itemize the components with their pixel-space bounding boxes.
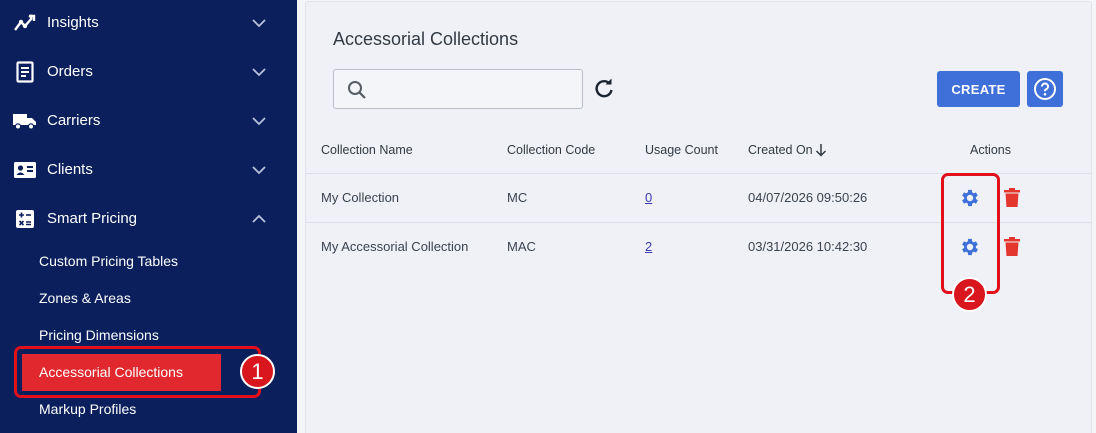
sidebar-item-carriers[interactable]: Carriers	[0, 96, 297, 145]
step-badge-2: 2	[952, 277, 987, 312]
usage-count-link[interactable]: 2	[645, 239, 652, 254]
chevron-up-icon	[252, 214, 266, 223]
sidebar-item-label: Clients	[47, 161, 93, 178]
insights-icon	[13, 11, 37, 35]
chevron-down-icon	[252, 67, 266, 76]
column-header-created[interactable]: Created On	[748, 143, 813, 157]
sidebar-subitem-zones-areas[interactable]: Zones & Areas	[39, 290, 131, 306]
cell-collection-code: MC	[507, 190, 528, 205]
highlight-box-sidebar	[14, 346, 261, 398]
cell-collection-name: My Accessorial Collection	[321, 239, 469, 254]
sort-arrow-down-icon[interactable]	[815, 143, 827, 157]
usage-count-link[interactable]: 0	[645, 190, 652, 205]
sidebar-item-orders[interactable]: Orders	[0, 47, 297, 96]
column-header-usage[interactable]: Usage Count	[645, 143, 718, 157]
help-button[interactable]	[1027, 71, 1063, 107]
column-header-actions: Actions	[970, 143, 1011, 157]
sidebar-item-insights[interactable]: Insights	[0, 0, 297, 47]
cell-created-on: 04/07/2026 09:50:26	[748, 190, 868, 205]
sidebar-item-label: Insights	[47, 14, 99, 31]
page-title: Accessorial Collections	[333, 29, 519, 49]
chevron-down-icon	[252, 165, 266, 174]
chevron-down-icon	[252, 116, 266, 125]
search-input[interactable]	[374, 78, 574, 100]
column-header-name[interactable]: Collection Name	[321, 143, 413, 157]
sidebar-subitem-custom-pricing-tables[interactable]: Custom Pricing Tables	[39, 253, 178, 269]
search-field[interactable]	[333, 69, 583, 109]
step-badge-1: 1	[240, 354, 275, 389]
sidebar-item-label: Orders	[47, 63, 93, 80]
search-icon	[348, 81, 366, 99]
cell-created-on: 03/31/2026 10:42:30	[748, 239, 868, 254]
sidebar-subitem-pricing-dimensions[interactable]: Pricing Dimensions	[39, 327, 159, 343]
orders-icon	[13, 60, 37, 84]
trash-icon[interactable]	[1003, 188, 1021, 208]
truck-icon	[13, 109, 37, 133]
sidebar-item-label: Carriers	[47, 112, 101, 129]
sidebar-item-clients[interactable]: Clients	[0, 145, 297, 194]
calculator-icon	[13, 207, 37, 231]
sidebar-item-smart-pricing[interactable]: Smart Pricing	[0, 194, 297, 243]
cell-collection-name: My Collection	[321, 190, 400, 205]
highlight-box-actions	[941, 173, 1000, 294]
trash-icon[interactable]	[1003, 237, 1021, 257]
cell-collection-code: MAC	[507, 239, 536, 254]
refresh-icon[interactable]	[593, 78, 615, 100]
help-icon	[1034, 78, 1056, 100]
create-button[interactable]: CREATE	[937, 71, 1020, 107]
sidebar-subitem-markup-profiles[interactable]: Markup Profiles	[39, 401, 136, 417]
column-header-code[interactable]: Collection Code	[507, 143, 595, 157]
id-card-icon	[13, 158, 37, 182]
sidebar-item-label: Smart Pricing	[47, 210, 138, 227]
chevron-down-icon	[252, 18, 266, 27]
